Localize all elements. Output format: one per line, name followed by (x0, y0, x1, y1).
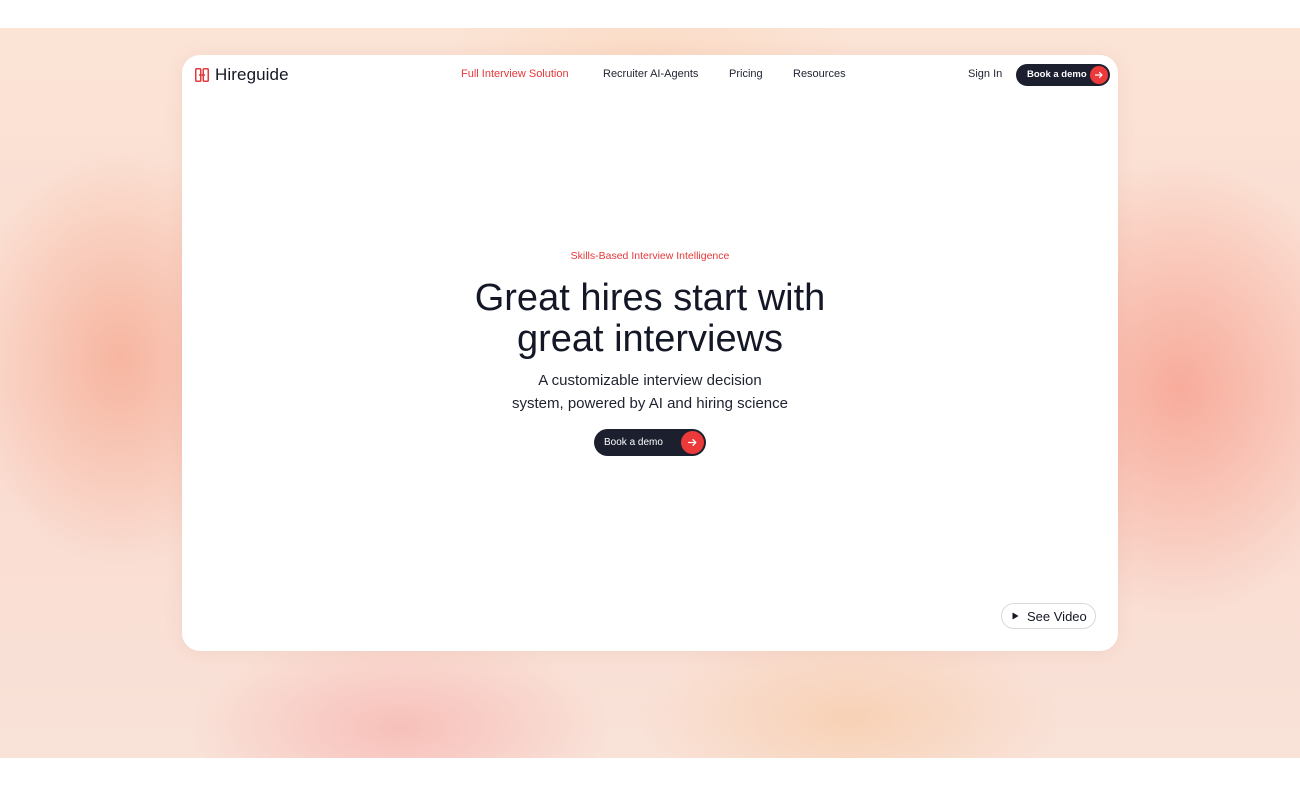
see-video-button[interactable]: See Video (1001, 603, 1096, 629)
see-video-label: See Video (1027, 608, 1087, 624)
logo-text: Hireguide (215, 65, 289, 84)
arrow-right-icon (1090, 66, 1108, 84)
hireguide-logo-icon (195, 68, 209, 82)
nav-link-resources[interactable]: Resources (793, 68, 846, 80)
nav-link-pricing[interactable]: Pricing (729, 68, 793, 80)
arrow-right-icon (681, 431, 704, 454)
hero-headline: Great hires start with great interviews (182, 278, 1118, 360)
hero-book-demo-label: Book a demo (604, 437, 663, 448)
hero-headline-line-2: great interviews (516, 318, 784, 360)
nav-link-full-interview-solution[interactable]: Full Interview Solution (461, 68, 603, 80)
nav-book-demo-label: Book a demo (1027, 69, 1087, 80)
hero-headline-line-1: Great hires start with (474, 277, 826, 319)
nav-book-demo-button[interactable]: Book a demo (1016, 64, 1110, 86)
page-background: Hireguide Full Interview Solution Recrui… (0, 28, 1300, 758)
sign-in-link[interactable]: Sign In (968, 68, 1002, 80)
hero-subheadline: A customizable interview decision system… (182, 369, 1118, 415)
logo[interactable]: Hireguide (195, 65, 289, 85)
play-icon (1012, 612, 1019, 620)
top-navigation: Hireguide Full Interview Solution Recrui… (182, 55, 1118, 97)
hero-card: Hireguide Full Interview Solution Recrui… (182, 55, 1118, 651)
hero-book-demo-button[interactable]: Book a demo (594, 429, 706, 456)
hero-section: Skills-Based Interview Intelligence Grea… (182, 250, 1118, 415)
hero-subheadline-line-1: A customizable interview decision (538, 372, 762, 389)
nav-links: Full Interview Solution Recruiter AI-Age… (461, 68, 846, 80)
hero-subheadline-line-2: system, powered by AI and hiring science (512, 395, 788, 412)
nav-link-recruiter-ai-agents[interactable]: Recruiter AI-Agents (603, 68, 729, 80)
hero-eyebrow: Skills-Based Interview Intelligence (570, 250, 730, 262)
